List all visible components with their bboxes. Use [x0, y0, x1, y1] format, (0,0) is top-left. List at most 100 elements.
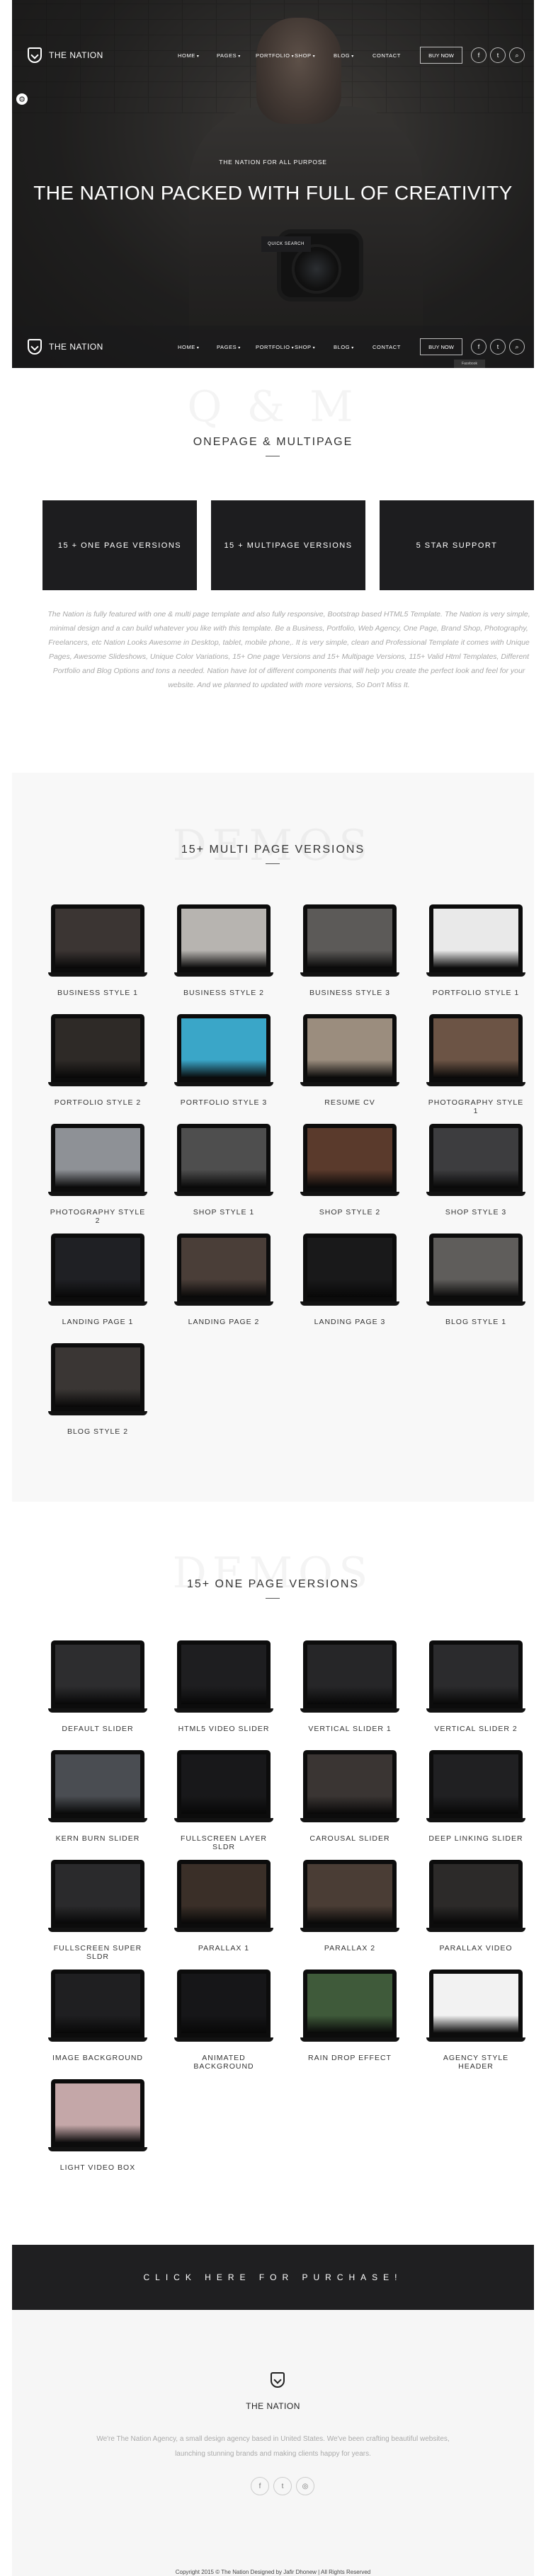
- demo-screenshot: [433, 1018, 518, 1078]
- footer-twitter-icon[interactable]: t: [273, 2477, 292, 2495]
- demo-card[interactable]: RESUME CV: [300, 1014, 399, 1112]
- demo-card-label: AGENCY STYLE HEADER: [443, 2054, 509, 2071]
- laptop-base: [48, 1082, 147, 1086]
- nav-item-home[interactable]: HOME ▾: [178, 52, 217, 59]
- demo-card-label: RAIN DROP EFFECT: [308, 2054, 392, 2062]
- demo-screenshot: [307, 1864, 392, 1924]
- sticky-menu: HOME ▾ PAGES ▾ PORTFOLIO ▾ SHOP ▾ BLOG ▾ CONT…: [178, 344, 411, 350]
- demo-card[interactable]: PORTFOLIO STYLE 3: [174, 1014, 273, 1112]
- intro-paragraph: The Nation is fully featured with one & …: [47, 610, 530, 689]
- laptop-mockup: [303, 1014, 397, 1082]
- demo-card[interactable]: SHOP STYLE 2: [300, 1124, 399, 1221]
- demo-screenshot: [433, 1238, 518, 1297]
- demo-card-label: LANDING PAGE 2: [188, 1318, 260, 1326]
- demo-card[interactable]: CAROUSAL SLIDER: [300, 1750, 399, 1848]
- twitter-icon[interactable]: t: [490, 47, 506, 63]
- laptop-base: [48, 2147, 147, 2151]
- demo-card[interactable]: BUSINESS STYLE 2: [174, 904, 273, 1002]
- demo-card-label: BUSINESS STYLE 2: [183, 989, 265, 997]
- chevron-down-icon: ▾: [238, 54, 241, 59]
- nav-item-pages[interactable]: PAGES ▾: [217, 344, 256, 350]
- buy-now-button[interactable]: BUY NOW: [420, 47, 462, 64]
- demo-card-label: FULLSCREEN SUPER SLDR: [53, 1944, 142, 1961]
- nav-item-pages[interactable]: PAGES ▾: [217, 52, 256, 59]
- chevron-down-icon: ▾: [238, 345, 241, 350]
- demo-screenshot: [55, 2083, 140, 2143]
- nav-item-blog[interactable]: BLOG ▾: [334, 344, 372, 350]
- demo-card[interactable]: PARALLAX 2: [300, 1860, 399, 1957]
- demo-card[interactable]: PORTFOLIO STYLE 2: [48, 1014, 147, 1112]
- demo-card[interactable]: BLOG STYLE 1: [426, 1234, 525, 1331]
- demo-card-label: SHOP STYLE 1: [193, 1208, 255, 1217]
- facebook-icon[interactable]: f: [471, 339, 487, 355]
- demo-card[interactable]: DEEP LINKING SLIDER: [426, 1750, 525, 1848]
- demo-card[interactable]: RAIN DROP EFFECT: [300, 1970, 399, 2067]
- demo-card[interactable]: LANDING PAGE 1: [48, 1234, 147, 1331]
- demo-screenshot: [55, 1974, 140, 2033]
- demo-card[interactable]: SHOP STYLE 3: [426, 1124, 525, 1221]
- nav-item-portfolio[interactable]: PORTFOLIO ▾: [256, 52, 295, 59]
- demo-card[interactable]: IMAGE BACKGROUND: [48, 1970, 147, 2067]
- facebook-icon[interactable]: f: [471, 47, 487, 63]
- demo-card[interactable]: SHOP STYLE 1: [174, 1124, 273, 1221]
- demo-card[interactable]: LIGHT VIDEO BOX: [48, 2079, 147, 2177]
- search-icon[interactable]: ⌕: [509, 47, 525, 63]
- demo-card[interactable]: PARALLAX 1: [174, 1860, 273, 1957]
- demo-screenshot: [181, 1974, 266, 2033]
- settings-gear-icon[interactable]: ⚙: [16, 93, 28, 105]
- footer-facebook-icon[interactable]: f: [251, 2477, 269, 2495]
- laptop-mockup: [51, 1640, 144, 1708]
- demo-card[interactable]: BUSINESS STYLE 3: [300, 904, 399, 1002]
- demo-card[interactable]: KERN BURN SLIDER: [48, 1750, 147, 1848]
- twitter-icon[interactable]: t: [490, 339, 506, 355]
- demo-card[interactable]: PHOTOGRAPHY STYLE 1: [426, 1014, 525, 1115]
- facebook-tooltip: Facebook: [454, 360, 485, 368]
- demo-card[interactable]: PORTFOLIO STYLE 1: [426, 904, 525, 1002]
- demo-card[interactable]: BLOG STYLE 2: [48, 1343, 147, 1441]
- hero-button[interactable]: QUICK SEARCH: [261, 236, 311, 252]
- laptop-mockup: [429, 1970, 523, 2037]
- demo-card-label: DEEP LINKING SLIDER: [428, 1834, 523, 1843]
- demo-card-label: PARALLAX 2: [324, 1944, 376, 1953]
- demo-card-label: LIGHT VIDEO BOX: [59, 2163, 136, 2172]
- search-icon[interactable]: ⌕: [509, 339, 525, 355]
- nav-item-contact[interactable]: CONTACT: [372, 52, 411, 59]
- purchase-banner[interactable]: CLICK HERE FOR PURCHASE!: [12, 2245, 534, 2310]
- demo-card[interactable]: AGENCY STYLE HEADER: [426, 1970, 525, 2071]
- demo-card[interactable]: PHOTOGRAPHY STYLE 2: [48, 1124, 147, 1225]
- laptop-mockup: [51, 2079, 144, 2147]
- site-logo[interactable]: THE NATION: [28, 47, 103, 63]
- demo-card[interactable]: FULLSCREEN SUPER SLDR: [48, 1860, 147, 1961]
- nav-item-blog[interactable]: BLOG ▾: [334, 52, 372, 59]
- laptop-mockup: [429, 1860, 523, 1928]
- laptop-base: [174, 1928, 273, 1932]
- site-logo[interactable]: THE NATION: [28, 339, 103, 355]
- demo-card[interactable]: FULLSCREEN LAYER SLDR: [174, 1750, 273, 1851]
- demo-card[interactable]: LANDING PAGE 2: [174, 1234, 273, 1331]
- demo-card[interactable]: PARALLAX VIDEO: [426, 1860, 525, 1957]
- demo-card[interactable]: VERTICAL SLIDER 2: [426, 1640, 525, 1738]
- laptop-mockup: [429, 1124, 523, 1192]
- demo-card-label: FULLSCREEN LAYER SLDR: [180, 1834, 267, 1851]
- demo-card-label: PARALLAX 1: [198, 1944, 250, 1953]
- laptop-mockup: [303, 1970, 397, 2037]
- demo-card[interactable]: HTML5 VIDEO SLIDER: [174, 1640, 273, 1738]
- demo-card[interactable]: BUSINESS STYLE 1: [48, 904, 147, 1002]
- buy-now-button[interactable]: BUY NOW: [420, 338, 462, 355]
- nav-item-portfolio[interactable]: PORTFOLIO ▾: [256, 344, 295, 350]
- demo-screenshot: [181, 909, 266, 968]
- demo-card[interactable]: DEFAULT SLIDER: [48, 1640, 147, 1738]
- laptop-base: [48, 1708, 147, 1713]
- nav-item-contact[interactable]: CONTACT: [372, 344, 411, 350]
- demo-card[interactable]: ANIMATED BACKGROUND: [174, 1970, 273, 2071]
- demo-card[interactable]: LANDING PAGE 3: [300, 1234, 399, 1331]
- laptop-base: [300, 1708, 399, 1713]
- laptop-mockup: [429, 1014, 523, 1082]
- nav-item-home[interactable]: HOME ▾: [178, 344, 217, 350]
- laptop-mockup: [177, 1860, 271, 1928]
- demo-card[interactable]: VERTICAL SLIDER 1: [300, 1640, 399, 1738]
- nav-item-shop[interactable]: SHOP ▾: [295, 52, 334, 59]
- footer-dribbble-icon[interactable]: ◎: [296, 2477, 314, 2495]
- laptop-mockup: [177, 1970, 271, 2037]
- nav-item-shop[interactable]: SHOP ▾: [295, 344, 334, 350]
